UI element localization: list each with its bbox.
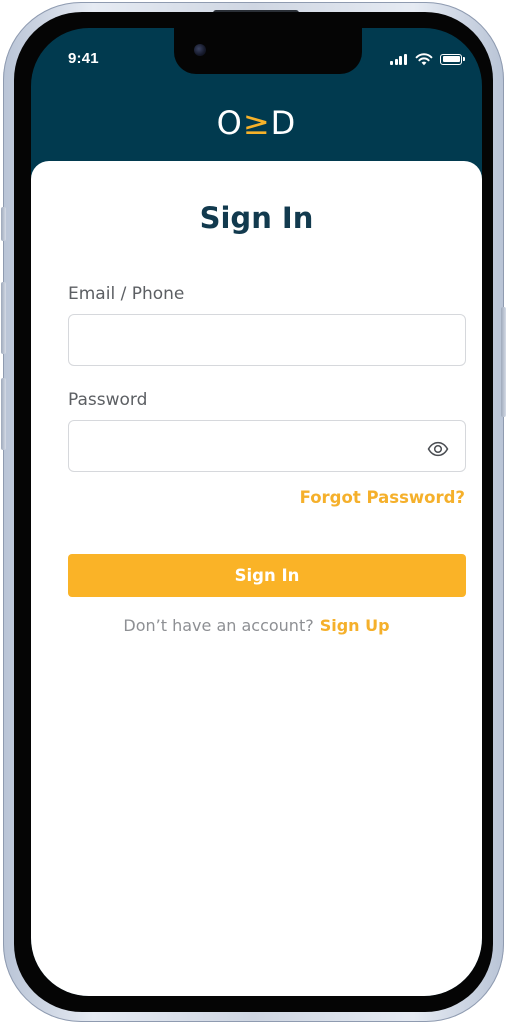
cellular-signal-icon	[390, 53, 408, 65]
battery-icon	[440, 53, 465, 65]
signup-prompt: Don’t have an account?	[123, 616, 314, 635]
app-screen: 9:41 O≥D Sign In Email / Phone Password …	[31, 28, 482, 996]
email-label: Email / Phone	[68, 284, 185, 304]
volume-up-button	[1, 282, 6, 354]
brand-logo: O≥D	[31, 104, 482, 142]
silent-switch	[1, 207, 6, 241]
front-camera	[194, 44, 206, 56]
signup-row: Don’t have an account? Sign Up	[31, 616, 482, 635]
wifi-icon	[415, 53, 433, 66]
phone-bezel: 9:41 O≥D Sign In Email / Phone Password …	[14, 12, 493, 1012]
password-field[interactable]	[68, 420, 466, 472]
app-header: O≥D	[31, 82, 482, 162]
sign-up-link[interactable]: Sign Up	[320, 616, 390, 635]
status-indicators	[390, 52, 465, 66]
logo-letter-right: D	[270, 104, 297, 142]
sign-in-button[interactable]: Sign In	[68, 554, 466, 597]
status-bar: 9:41	[31, 28, 482, 82]
volume-down-button	[1, 378, 6, 450]
phone-frame: 9:41 O≥D Sign In Email / Phone Password …	[1, 2, 506, 1022]
power-button	[501, 307, 506, 417]
logo-symbol: ≥	[242, 104, 271, 142]
page-title: Sign In	[199, 201, 314, 235]
sign-in-card: Sign In Email / Phone Password Forgot Pa…	[31, 161, 482, 996]
eye-icon[interactable]	[427, 438, 449, 460]
email-phone-field[interactable]	[68, 314, 466, 366]
password-label: Password	[68, 390, 148, 410]
notch	[174, 28, 362, 74]
logo-letter-left: O	[216, 104, 243, 142]
forgot-password-link[interactable]: Forgot Password?	[300, 488, 465, 507]
status-time: 9:41	[68, 50, 99, 67]
